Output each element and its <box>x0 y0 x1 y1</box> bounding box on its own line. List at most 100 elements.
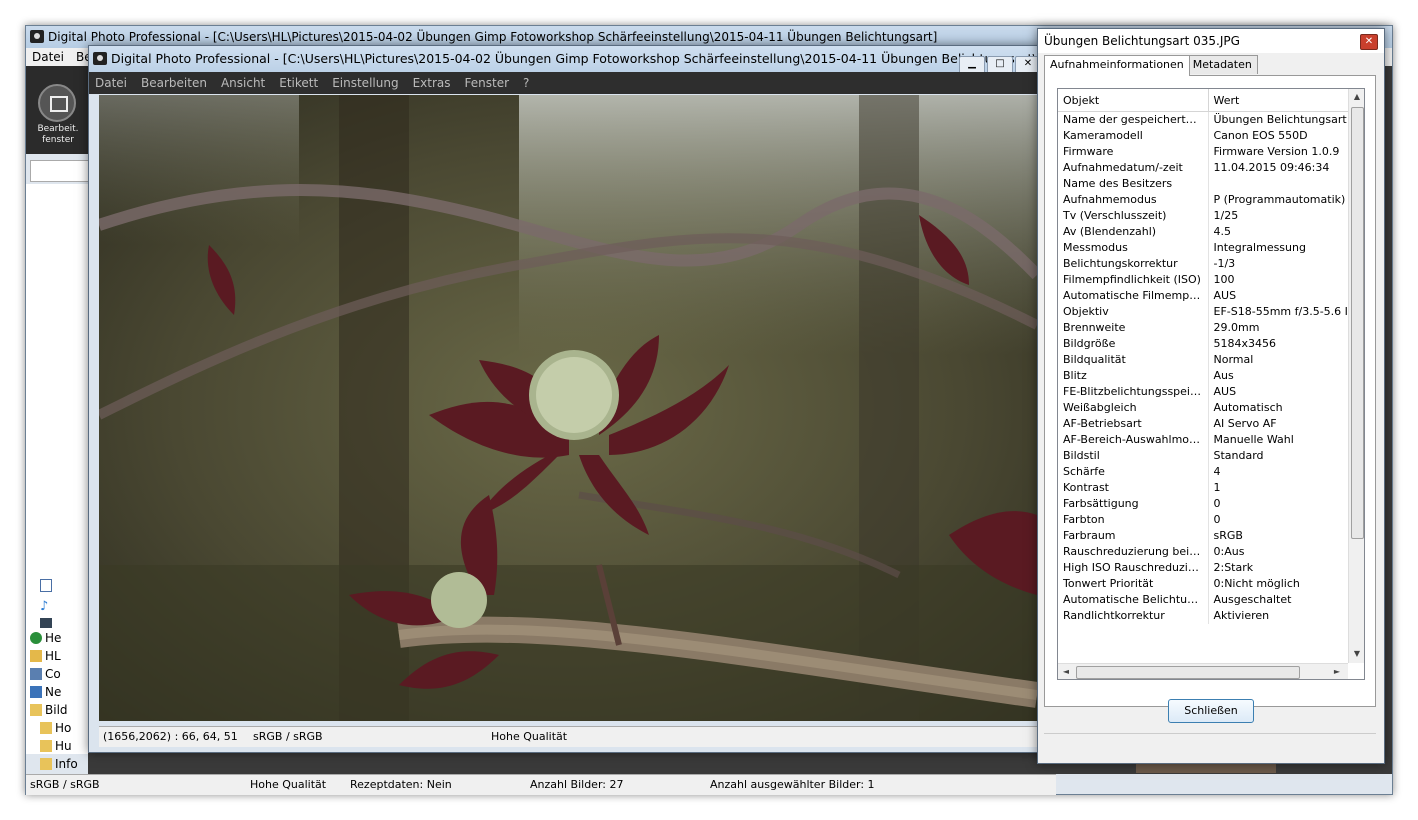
table-row[interactable]: Kameramodell Canon EOS 550D <box>1058 128 1349 144</box>
table-row[interactable]: High ISO Rauschreduzierung 2:Stark <box>1058 560 1349 576</box>
tree-item-bilder[interactable]: Bild <box>30 702 68 718</box>
menu-etikett[interactable]: Etikett <box>279 76 318 90</box>
row-label: Name des Besitzers <box>1058 176 1209 192</box>
table-row[interactable]: Bildgröße 5184x3456 <box>1058 336 1349 352</box>
tree-item-hu[interactable]: Hu <box>40 738 72 754</box>
scroll-up-icon[interactable]: ▲ <box>1350 90 1364 104</box>
table-row[interactable]: Farbraum sRGB <box>1058 528 1349 544</box>
table-row[interactable]: Rauschreduzierung bei Lan... 0:Aus <box>1058 544 1349 560</box>
pixel-info: (1656,2062) : 66, 64, 51 <box>103 730 238 743</box>
table-row[interactable]: Bildstil Standard <box>1058 448 1349 464</box>
flower-photo <box>99 95 1037 721</box>
image-window-titlebar[interactable]: Digital Photo Professional - [C:\Users\H… <box>89 46 1047 72</box>
tree-item-homegroup[interactable]: He <box>30 630 61 646</box>
tree-item-computer[interactable]: Co <box>30 666 61 682</box>
tab-metadaten[interactable]: Metadaten <box>1186 55 1258 74</box>
menu-datei[interactable]: Datei <box>32 50 64 64</box>
row-value: Übungen Belichtungsart 035 <box>1208 111 1349 128</box>
row-label: High ISO Rauschreduzierung <box>1058 560 1209 576</box>
window-controls: ▁ □ ✕ <box>957 49 1041 72</box>
table-row[interactable]: AF-Bereich-Auswahlmodus Manuelle Wahl <box>1058 432 1349 448</box>
table-row[interactable]: Automatische Belichtungso... Ausgeschalte… <box>1058 592 1349 608</box>
edit-window-button[interactable] <box>38 84 76 122</box>
dialog-titlebar[interactable]: Übungen Belichtungsart 035.JPG ✕ <box>1038 29 1384 53</box>
row-label: Brennweite <box>1058 320 1209 336</box>
menu-datei[interactable]: Datei <box>95 76 127 90</box>
menu-help[interactable]: ? <box>523 76 529 90</box>
image-info-dialog: Übungen Belichtungsart 035.JPG ✕ Aufnahm… <box>1037 28 1385 764</box>
film-icon <box>40 618 52 628</box>
table-row[interactable]: Brennweite 29.0mm <box>1058 320 1349 336</box>
table-row[interactable]: Objektiv EF-S18-55mm f/3.5-5.6 IS I <box>1058 304 1349 320</box>
table-row[interactable]: Blitz Aus <box>1058 368 1349 384</box>
dialog-tabs: Aufnahmeinformationen Metadaten <box>1044 55 1258 76</box>
table-row[interactable]: Messmodus Integralmessung <box>1058 240 1349 256</box>
scroll-down-icon[interactable]: ▼ <box>1350 647 1364 661</box>
image-window-title: Digital Photo Professional - [C:\Users\H… <box>111 51 1047 66</box>
menu-einstellung[interactable]: Einstellung <box>332 76 398 90</box>
photo-view[interactable] <box>99 95 1037 721</box>
table-row[interactable]: Kontrast 1 <box>1058 480 1349 496</box>
table-row[interactable]: Tonwert Priorität 0:Nicht möglich <box>1058 576 1349 592</box>
row-label: AF-Betriebsart <box>1058 416 1209 432</box>
row-value: AI Servo AF <box>1208 416 1349 432</box>
table-row[interactable]: Randlichtkorrektur Aktivieren <box>1058 608 1349 624</box>
vertical-scroll-thumb[interactable] <box>1351 107 1364 539</box>
folder-icon <box>40 722 52 734</box>
column-header-objekt[interactable]: Objekt <box>1058 89 1209 112</box>
scroll-right-icon[interactable]: ► <box>1330 665 1344 679</box>
table-row[interactable]: Schärfe 4 <box>1058 464 1349 480</box>
table-row[interactable]: Belichtungskorrektur -1/3 <box>1058 256 1349 272</box>
table-row[interactable]: Bildqualität Normal <box>1058 352 1349 368</box>
computer-icon <box>30 668 42 680</box>
horizontal-scroll-thumb[interactable] <box>1076 666 1300 679</box>
tree-item-network[interactable]: Ne <box>30 684 61 700</box>
row-value: 29.0mm <box>1208 320 1349 336</box>
table-row[interactable]: Weißabgleich Automatisch <box>1058 400 1349 416</box>
menu-ansicht[interactable]: Ansicht <box>221 76 265 90</box>
row-value: 100 <box>1208 272 1349 288</box>
row-label: Bildgröße <box>1058 336 1209 352</box>
tree-item-ho[interactable]: Ho <box>40 720 71 736</box>
table-row[interactable]: Automatische Filmempfindli...AUS <box>1058 288 1349 304</box>
menu-bearbeiten[interactable]: Bearbeiten <box>141 76 207 90</box>
maximize-button[interactable]: □ <box>987 56 1013 72</box>
menu-fenster[interactable]: Fenster <box>465 76 510 90</box>
tree-item-video[interactable] <box>40 614 55 630</box>
table-row[interactable]: Name des Besitzers <box>1058 176 1349 192</box>
network-icon <box>30 686 42 698</box>
main-statusbar: sRGB / sRGB Hohe Qualität Rezeptdaten: N… <box>26 774 1056 795</box>
table-row[interactable]: Aufnahmemodus P (Programmautomatik) <box>1058 192 1349 208</box>
table-row[interactable]: Farbton 0 <box>1058 512 1349 528</box>
table-row[interactable]: Filmempfindlichkeit (ISO) 100 <box>1058 272 1349 288</box>
scroll-left-icon[interactable]: ◄ <box>1059 665 1073 679</box>
tab-aufnahmeinformationen[interactable]: Aufnahmeinformationen <box>1044 55 1190 76</box>
column-header-wert[interactable]: Wert <box>1208 89 1349 112</box>
row-value: Aktivieren <box>1208 608 1349 624</box>
vertical-scrollbar[interactable]: ▲ ▼ <box>1348 89 1364 663</box>
table-row[interactable]: Firmware Firmware Version 1.0.9 <box>1058 144 1349 160</box>
folder-tree: ♪ He HL Co Ne Bild Ho Hu Info <box>26 184 89 771</box>
tree-item-doc[interactable] <box>40 578 55 594</box>
table-row[interactable]: Name der gespeicherten D... Übungen Belic… <box>1058 111 1349 128</box>
close-button[interactable]: Schließen <box>1168 699 1254 723</box>
row-label: Rauschreduzierung bei Lan... <box>1058 544 1209 560</box>
menu-extras[interactable]: Extras <box>413 76 451 90</box>
minimize-button[interactable]: ▁ <box>959 56 985 72</box>
tree-item-hl[interactable]: HL <box>30 648 61 664</box>
tree-item-music[interactable]: ♪ <box>40 596 55 614</box>
row-value: 0:Nicht möglich <box>1208 576 1349 592</box>
table-row[interactable]: Farbsättigung 0 <box>1058 496 1349 512</box>
tree-item-info[interactable]: Info <box>40 756 78 772</box>
row-value: Standard <box>1208 448 1349 464</box>
horizontal-scrollbar[interactable]: ◄ ► <box>1058 663 1348 679</box>
close-icon[interactable]: ✕ <box>1360 34 1378 50</box>
table-row[interactable]: Aufnahmedatum/-zeit 11.04.2015 09:46:34 <box>1058 160 1349 176</box>
row-label: Kontrast <box>1058 480 1209 496</box>
table-row[interactable]: AF-Betriebsart AI Servo AF <box>1058 416 1349 432</box>
folder-icon <box>30 704 42 716</box>
table-row[interactable]: Av (Blendenzahl) 4.5 <box>1058 224 1349 240</box>
table-row[interactable]: Tv (Verschlusszeit) 1/25 <box>1058 208 1349 224</box>
table-row[interactable]: FE-Blitzbelichtungsspeicher... AUS <box>1058 384 1349 400</box>
row-value: 4.5 <box>1208 224 1349 240</box>
